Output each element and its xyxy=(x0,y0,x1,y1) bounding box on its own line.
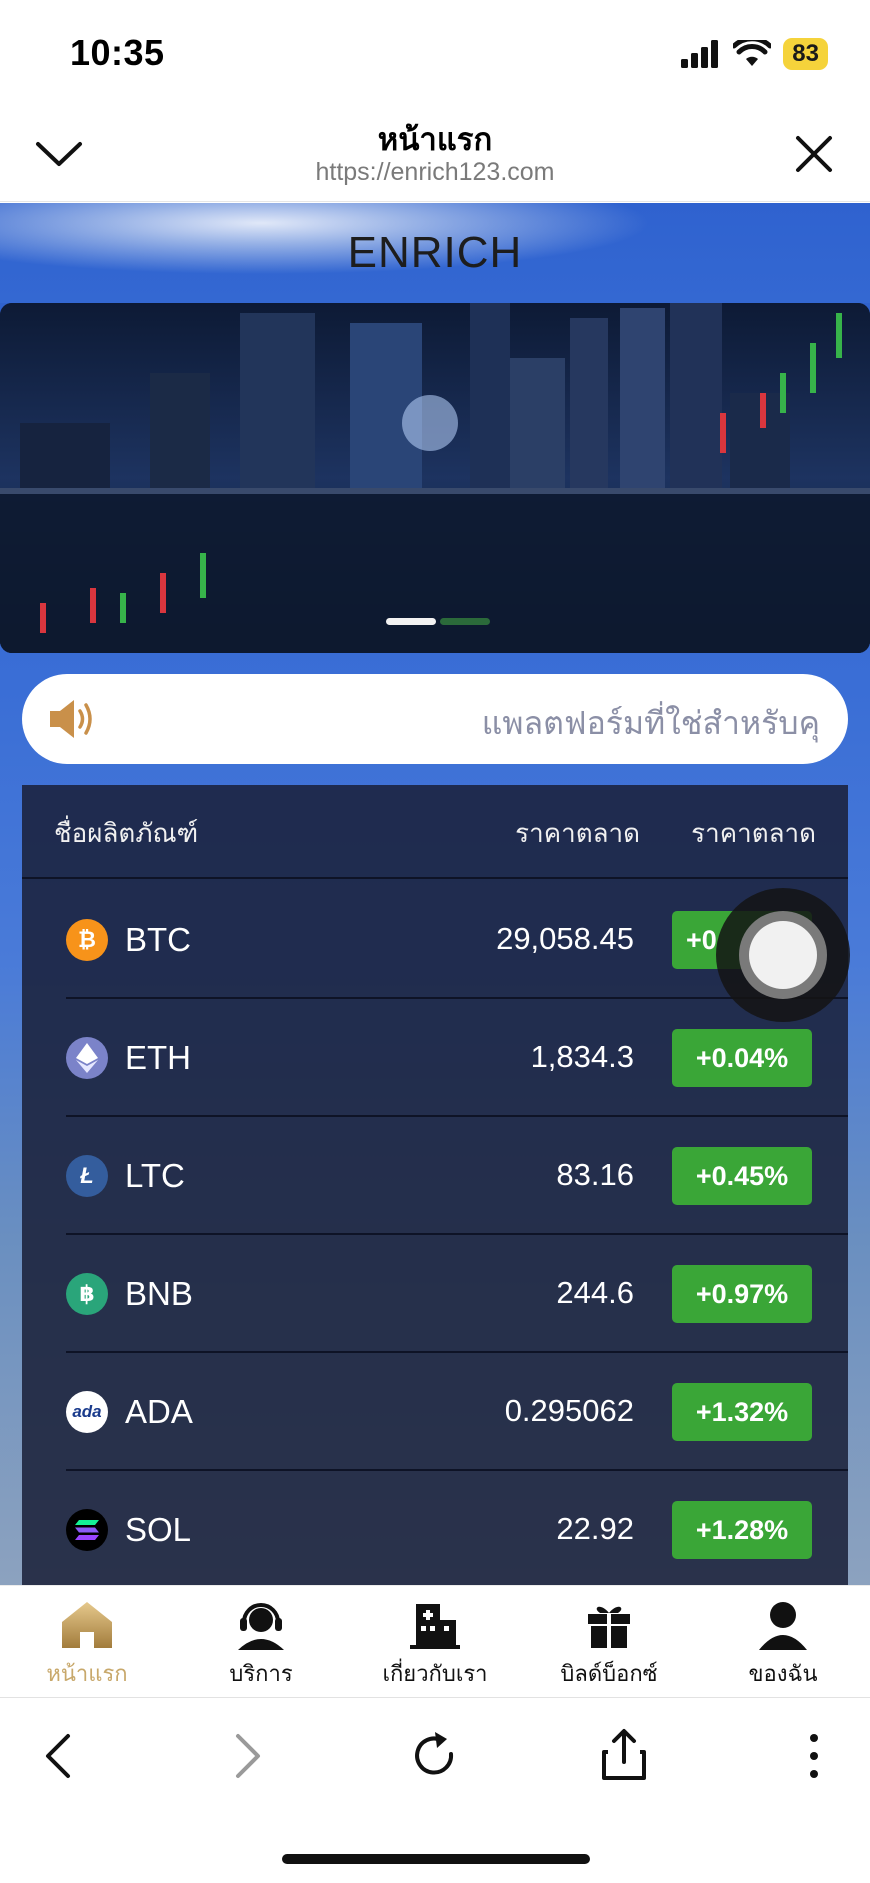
cardano-icon: ada xyxy=(66,1391,108,1433)
coin-symbol: LTC xyxy=(125,1157,185,1194)
app-bottom-nav: หน้าแรก บริการ เกี่ยวกับเรา บิลด์บ็อกซ์ … xyxy=(0,1585,870,1697)
home-icon xyxy=(62,1602,112,1648)
table-row[interactable]: SOL 22.92 +1.28% xyxy=(22,1471,848,1585)
more-icon[interactable] xyxy=(784,1726,844,1786)
notice-bar[interactable]: แพลตฟอร์มที่ใช่สำหรับคุ xyxy=(22,674,848,764)
solana-icon xyxy=(66,1509,108,1551)
nav-item-home[interactable]: หน้าแรก xyxy=(0,1600,174,1691)
table-row[interactable]: ETH 1,834.3 +0.04% xyxy=(22,999,848,1117)
coin-price: 29,058.45 xyxy=(496,921,634,956)
close-icon[interactable] xyxy=(790,130,838,178)
coin-change-badge: +0.97% xyxy=(672,1265,812,1323)
status-icons: 83 xyxy=(681,38,828,70)
carousel-dot-active[interactable] xyxy=(386,618,436,625)
home-indicator[interactable] xyxy=(282,1854,590,1864)
status-time: 10:35 xyxy=(70,32,165,73)
building-icon xyxy=(410,1604,460,1649)
browser-header: หน้าแรก https://enrich123.com xyxy=(0,100,870,202)
nav-label: หน้าแรก xyxy=(46,1661,128,1686)
coin-change-badge: +1.32% xyxy=(672,1383,812,1441)
table-row[interactable]: ada ADA 0.295062 +1.32% xyxy=(22,1353,848,1471)
litecoin-icon: Ł xyxy=(66,1155,108,1197)
nav-item-profile[interactable]: ของฉัน xyxy=(696,1600,870,1691)
assistive-touch-center xyxy=(749,921,817,989)
battery-icon: 83 xyxy=(783,38,828,70)
nav-label: บริการ xyxy=(229,1661,293,1686)
assistive-touch-button[interactable] xyxy=(716,888,850,1022)
coin-price: 1,834.3 xyxy=(530,1039,634,1074)
header-product-name: ชื่อผลิตภัณฑ์ xyxy=(54,818,199,848)
signal-icon xyxy=(681,40,719,68)
header-market-change: ราคาตลาด xyxy=(691,818,816,848)
page-title: หน้าแรก xyxy=(377,122,493,157)
table-row[interactable]: Ł LTC 83.16 +0.45% xyxy=(22,1117,848,1235)
coin-change-badge: +0.45% xyxy=(672,1147,812,1205)
share-icon[interactable] xyxy=(594,1726,654,1786)
coin-price: 83.16 xyxy=(556,1157,634,1192)
notice-text: แพลตฟอร์มที่ใช่สำหรับคุ xyxy=(481,705,820,741)
nav-item-service[interactable]: บริการ xyxy=(174,1600,348,1691)
coin-symbol: ETH xyxy=(125,1039,191,1076)
banner-carousel[interactable] xyxy=(0,303,870,653)
assistive-touch-ring xyxy=(739,911,827,999)
bitcoin-icon: ₿ xyxy=(66,919,108,961)
coin-price: 0.295062 xyxy=(504,1393,634,1428)
web-content: ENRICH แพลตฟอร์มที่ใช่สำหรับคุ ชื่อผลิตภ… xyxy=(0,203,870,1585)
gift-icon xyxy=(588,1606,630,1648)
forward-icon[interactable] xyxy=(216,1726,276,1786)
banner-image xyxy=(0,303,870,653)
speaker-icon xyxy=(50,700,92,738)
browser-toolbar xyxy=(0,1697,870,1883)
bnb-icon: ฿ xyxy=(66,1273,108,1315)
carousel-indicator[interactable] xyxy=(386,618,490,625)
header-market-price: ราคาตลาด xyxy=(515,818,640,848)
wifi-icon xyxy=(733,40,772,66)
site-title: ENRICH xyxy=(347,228,523,277)
status-bar: 10:35 83 xyxy=(0,0,870,100)
page-url[interactable]: https://enrich123.com xyxy=(0,158,870,187)
nav-label: ของฉัน xyxy=(748,1661,818,1686)
reload-icon[interactable] xyxy=(405,1726,465,1786)
nav-label: เกี่ยวกับเรา xyxy=(382,1661,488,1686)
coin-price: 244.6 xyxy=(556,1275,634,1310)
coin-symbol: BTC xyxy=(125,921,191,958)
carousel-dot[interactable] xyxy=(440,618,490,625)
coin-price: 22.92 xyxy=(556,1511,634,1546)
nav-label: บิลด์บ็อกซ์ xyxy=(560,1661,658,1686)
market-table-header: ชื่อผลิตภัณฑ์ ราคาตลาด ราคาตลาด xyxy=(22,785,848,879)
coin-symbol: BNB xyxy=(125,1275,193,1312)
nav-item-about[interactable]: เกี่ยวกับเรา xyxy=(348,1600,522,1691)
nav-item-buildbox[interactable]: บิลด์บ็อกซ์ xyxy=(522,1600,696,1691)
back-icon[interactable] xyxy=(30,1726,90,1786)
coin-symbol: SOL xyxy=(125,1511,192,1548)
table-row[interactable]: ฿ BNB 244.6 +0.97% xyxy=(22,1235,848,1353)
coin-symbol: ADA xyxy=(125,1393,193,1430)
ethereum-icon xyxy=(66,1037,108,1079)
headset-icon xyxy=(238,1603,284,1650)
coin-change-badge: +0.04% xyxy=(672,1029,812,1087)
coin-change-badge: +1.28% xyxy=(672,1501,812,1559)
user-icon xyxy=(759,1602,807,1650)
market-table: ชื่อผลิตภัณฑ์ ราคาตลาด ราคาตลาด ₿ BTC 29… xyxy=(22,785,848,1585)
